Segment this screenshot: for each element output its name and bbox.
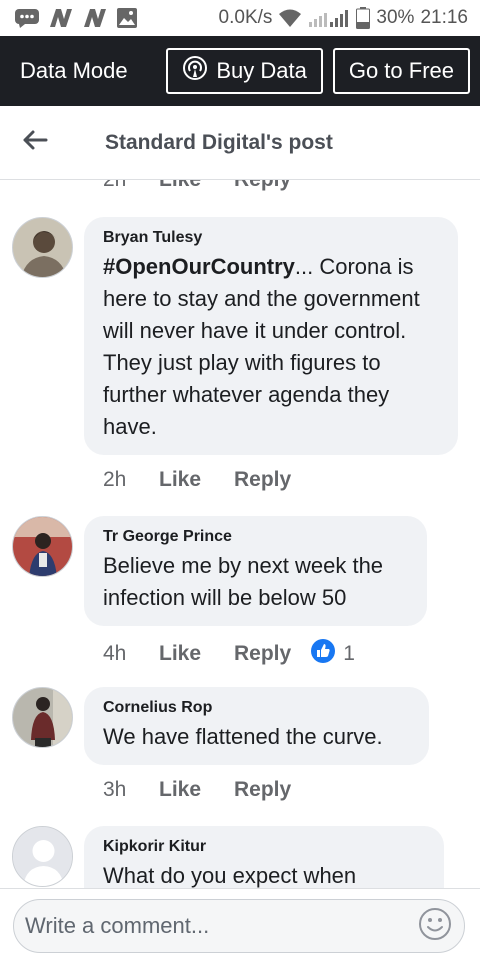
comment-time: 2h	[103, 180, 159, 192]
like-button[interactable]: Like	[159, 642, 234, 666]
like-button[interactable]: Like	[159, 468, 234, 492]
data-mode-bar: Data Mode Buy Data Go to Free	[0, 36, 480, 106]
comment-text: #OpenOurCountry... Corona is here to sta…	[103, 254, 420, 439]
back-button[interactable]	[0, 129, 70, 156]
image-icon	[116, 7, 138, 29]
buy-data-button[interactable]: Buy Data	[166, 48, 323, 94]
emoji-icon[interactable]	[418, 907, 452, 946]
like-button[interactable]: Like	[159, 180, 234, 192]
comment-time: 3h	[103, 778, 127, 801]
comment-time: 4h	[103, 642, 127, 665]
commenter-name[interactable]: Cornelius Rop	[103, 699, 409, 717]
comment-composer	[0, 888, 480, 960]
comment-text: We have flattened the curve.	[103, 724, 383, 749]
n-notification-icon	[48, 7, 74, 29]
status-bar-notifications	[14, 7, 138, 29]
avatar[interactable]	[12, 217, 73, 278]
hashtag-link[interactable]: #OpenOurCountry	[103, 254, 295, 279]
buy-data-label: Buy Data	[216, 58, 307, 83]
comment-text: Believe me by next week the infection wi…	[103, 553, 384, 610]
go-to-free-button[interactable]: Go to Free	[332, 48, 470, 94]
comment-actions: 4h Like Reply 1	[103, 639, 355, 669]
data-mode-label: Data Mode	[20, 58, 128, 83]
comments-list: 2h Like Reply Bryan Tulesy #OpenOurCount…	[0, 180, 480, 888]
post-header: Standard Digital's post	[0, 106, 480, 180]
comment-bubble: Kipkorir Kitur What do you expect when	[84, 826, 444, 888]
commenter-name[interactable]: Kipkorir Kitur	[103, 838, 424, 856]
go-to-free-label: Go to Free	[348, 58, 454, 83]
commenter-name[interactable]: Tr George Prince	[103, 528, 407, 546]
reply-button[interactable]: Reply	[234, 642, 291, 666]
comment-actions: 2h Like Reply	[103, 180, 311, 192]
message-icon	[14, 7, 40, 29]
facebook-post-comments-screen: 0.0K/s 30% 21:16 Data Mode Buy Data Go t…	[0, 0, 480, 960]
reply-button[interactable]: Reply	[234, 180, 291, 192]
like-button[interactable]: Like	[159, 778, 234, 802]
avatar[interactable]	[12, 687, 73, 748]
status-bar: 0.0K/s 30% 21:16	[0, 0, 480, 36]
reply-button[interactable]: Reply	[234, 468, 291, 492]
reaction-count: 1	[343, 642, 355, 665]
network-speed: 0.0K/s	[218, 7, 273, 28]
reply-button[interactable]: Reply	[234, 778, 291, 802]
n-notification-icon	[82, 7, 108, 29]
broadcast-icon	[182, 55, 216, 87]
wifi-icon	[278, 8, 302, 28]
comment-input[interactable]	[25, 913, 418, 939]
comment-actions: 2h Like Reply	[103, 468, 311, 492]
comment-bubble: Bryan Tulesy #OpenOurCountry... Corona i…	[84, 217, 458, 455]
back-arrow-icon	[22, 129, 48, 156]
comment-input-box[interactable]	[13, 899, 465, 953]
avatar[interactable]	[12, 516, 73, 577]
battery-icon	[356, 7, 371, 29]
clock: 21:16	[420, 7, 468, 28]
avatar[interactable]	[12, 826, 73, 887]
comment-bubble: Cornelius Rop We have flattened the curv…	[84, 687, 429, 765]
comment-bubble: Tr George Prince Believe me by next week…	[84, 516, 427, 626]
status-bar-system: 0.0K/s 30% 21:16	[219, 7, 468, 29]
comment-time: 2h	[103, 468, 127, 491]
like-reaction-icon	[311, 639, 336, 669]
reactions[interactable]: 1	[311, 639, 355, 669]
comment-text: What do you expect when	[103, 863, 357, 888]
commenter-name[interactable]: Bryan Tulesy	[103, 229, 438, 247]
signal-icon	[308, 8, 350, 28]
page-title: Standard Digital's post	[105, 130, 333, 154]
comment-actions: 3h Like Reply	[103, 778, 311, 802]
battery-percent: 30%	[376, 7, 415, 28]
